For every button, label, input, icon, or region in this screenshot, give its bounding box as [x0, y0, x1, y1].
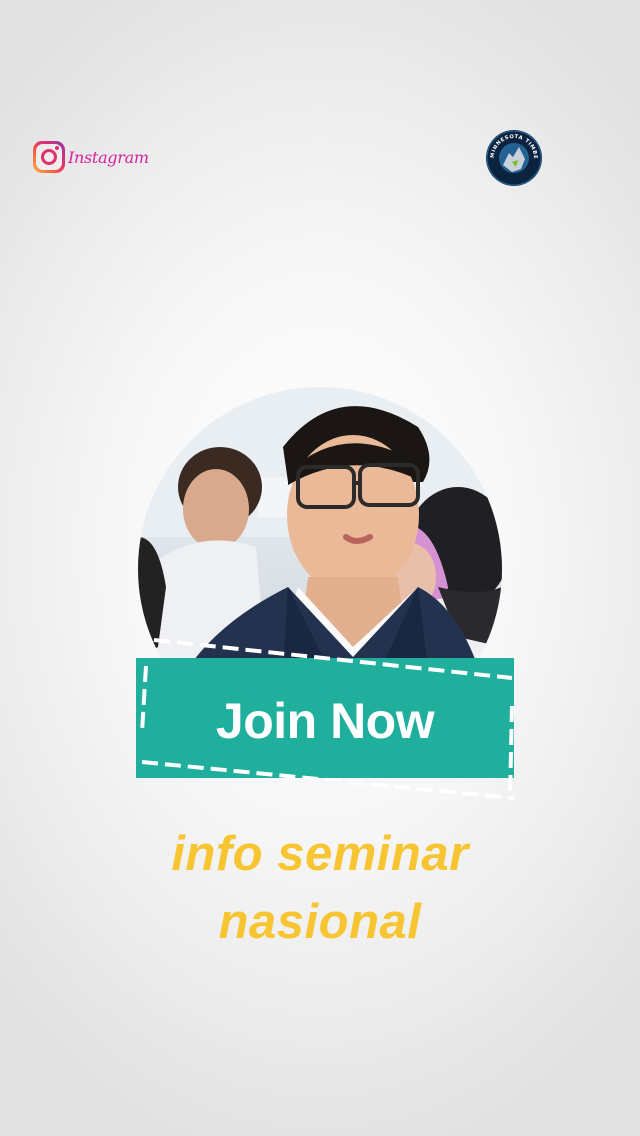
instagram-wordmark: Instagram — [68, 147, 149, 167]
minnesota-timberwolves-logo: MINNESOTA TIMBERWOLVES — [485, 129, 542, 186]
join-now-button[interactable]: Join Now — [136, 658, 514, 778]
instagram-logo: Instagram — [33, 141, 149, 173]
caption-line-1: info seminar — [171, 827, 469, 881]
join-now-label: Join Now — [215, 693, 435, 749]
join-now-cta: Join Now — [132, 636, 516, 804]
instagram-icon — [33, 141, 65, 173]
caption-line-2: nasional — [218, 895, 422, 949]
